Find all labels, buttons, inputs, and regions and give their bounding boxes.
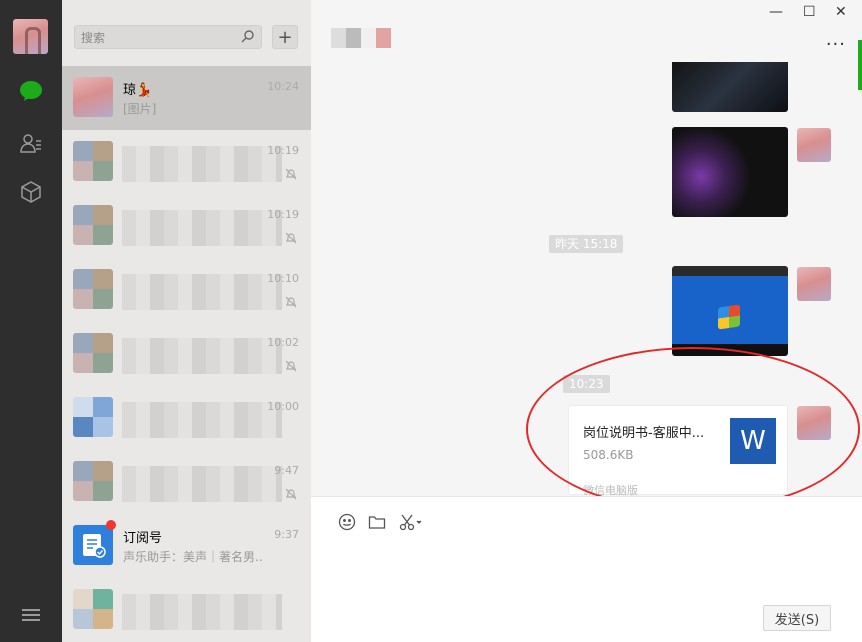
contact-avatar bbox=[73, 205, 113, 245]
menu-icon[interactable] bbox=[22, 606, 40, 624]
window-edge-accent bbox=[858, 40, 862, 90]
nav-bar bbox=[0, 0, 62, 642]
contact-avatar bbox=[73, 589, 113, 629]
more-button[interactable]: ··· bbox=[826, 34, 846, 55]
chat-panel: — ☐ ✕ ··· 昨天 15:18 10:23 岗位说明书-客服中... 50… bbox=[311, 0, 862, 642]
image-message[interactable] bbox=[672, 62, 788, 112]
blurred-preview bbox=[122, 594, 282, 630]
chat-icon[interactable] bbox=[18, 78, 44, 104]
subscription-icon bbox=[83, 534, 106, 558]
message-area: 昨天 15:18 10:23 岗位说明书-客服中... 508.6KB W 微信… bbox=[311, 62, 862, 496]
conversation-item[interactable]: 10:00 bbox=[62, 386, 311, 450]
conversation-time: 10:10 bbox=[267, 272, 299, 285]
my-avatar[interactable] bbox=[13, 19, 48, 54]
mute-icon bbox=[285, 168, 297, 180]
blurred-preview bbox=[122, 274, 282, 310]
windows-logo bbox=[718, 304, 740, 330]
timestamp: 昨天 15:18 bbox=[549, 235, 624, 253]
conversation-time: 10:02 bbox=[267, 336, 299, 349]
conversation-preview: [图片] bbox=[123, 102, 157, 116]
conversation-list: 搜索 + 琼💃 [图片] 10:24 10:19 10:19 10:10 10:… bbox=[62, 0, 311, 642]
blurred-preview bbox=[122, 338, 282, 374]
conversation-item[interactable]: 10:02 bbox=[62, 322, 311, 386]
close-button[interactable]: ✕ bbox=[835, 4, 847, 20]
conversation-name: 琼💃 bbox=[123, 83, 153, 98]
contact-avatar bbox=[73, 269, 113, 309]
conversation-item[interactable]: 琼💃 [图片] 10:24 bbox=[62, 66, 311, 130]
contact-avatar bbox=[73, 77, 113, 117]
conversation-item[interactable]: 10:19 bbox=[62, 130, 311, 194]
contact-avatar bbox=[73, 461, 113, 501]
conversation-time: 10:24 bbox=[267, 80, 299, 93]
contacts-icon[interactable] bbox=[18, 130, 44, 156]
chat-title-blurred bbox=[331, 28, 391, 48]
conversation-item[interactable]: 9:47 bbox=[62, 450, 311, 514]
folder-icon[interactable] bbox=[368, 513, 386, 531]
mute-icon bbox=[285, 232, 297, 244]
blurred-preview bbox=[122, 210, 282, 246]
conversation-item[interactable]: 10:19 bbox=[62, 194, 311, 258]
conversation-time: 9:37 bbox=[274, 528, 299, 541]
subscription-avatar bbox=[73, 525, 113, 565]
unread-badge bbox=[106, 520, 116, 530]
emoji-icon[interactable] bbox=[338, 513, 356, 531]
conversation-preview: 声乐助手：美声｜著名男... bbox=[123, 550, 263, 564]
image-message[interactable] bbox=[672, 266, 788, 356]
favorites-icon[interactable] bbox=[18, 179, 44, 205]
blurred-preview bbox=[122, 402, 282, 438]
chat-header: — ☐ ✕ ··· bbox=[311, 0, 862, 62]
maximize-button[interactable]: ☐ bbox=[803, 4, 816, 20]
add-button[interactable]: + bbox=[272, 25, 298, 49]
contact-avatar bbox=[73, 141, 113, 181]
conversation-name: 订阅号 bbox=[123, 531, 163, 546]
conversation-time: 10:19 bbox=[267, 208, 299, 221]
mute-icon bbox=[285, 296, 297, 308]
conversation-time: 10:00 bbox=[267, 400, 299, 413]
red-circle-annotation bbox=[526, 347, 860, 496]
sender-avatar[interactable] bbox=[797, 128, 831, 162]
blurred-preview bbox=[122, 466, 282, 502]
conversation-item[interactable]: 10:10 bbox=[62, 258, 311, 322]
conversation-item[interactable]: 订阅号 声乐助手：美声｜著名男... 9:37 bbox=[62, 514, 311, 578]
sender-avatar[interactable] bbox=[797, 267, 831, 301]
mute-icon bbox=[285, 360, 297, 372]
contact-avatar bbox=[73, 333, 113, 373]
conversation-item[interactable] bbox=[62, 578, 311, 642]
search-input[interactable]: 搜索 bbox=[74, 25, 262, 49]
image-message[interactable] bbox=[672, 127, 788, 217]
blurred-preview bbox=[122, 146, 282, 182]
minimize-button[interactable]: — bbox=[769, 4, 783, 20]
mute-icon bbox=[285, 488, 297, 500]
conversation-time: 9:47 bbox=[274, 464, 299, 477]
screenshot-icon[interactable] bbox=[399, 513, 423, 531]
conversation-time: 10:19 bbox=[267, 144, 299, 157]
input-area[interactable]: 发送(S) bbox=[311, 496, 862, 642]
send-button[interactable]: 发送(S) bbox=[763, 605, 831, 631]
search-icon bbox=[241, 30, 254, 43]
search-placeholder: 搜索 bbox=[81, 31, 106, 45]
contact-avatar bbox=[73, 397, 113, 437]
